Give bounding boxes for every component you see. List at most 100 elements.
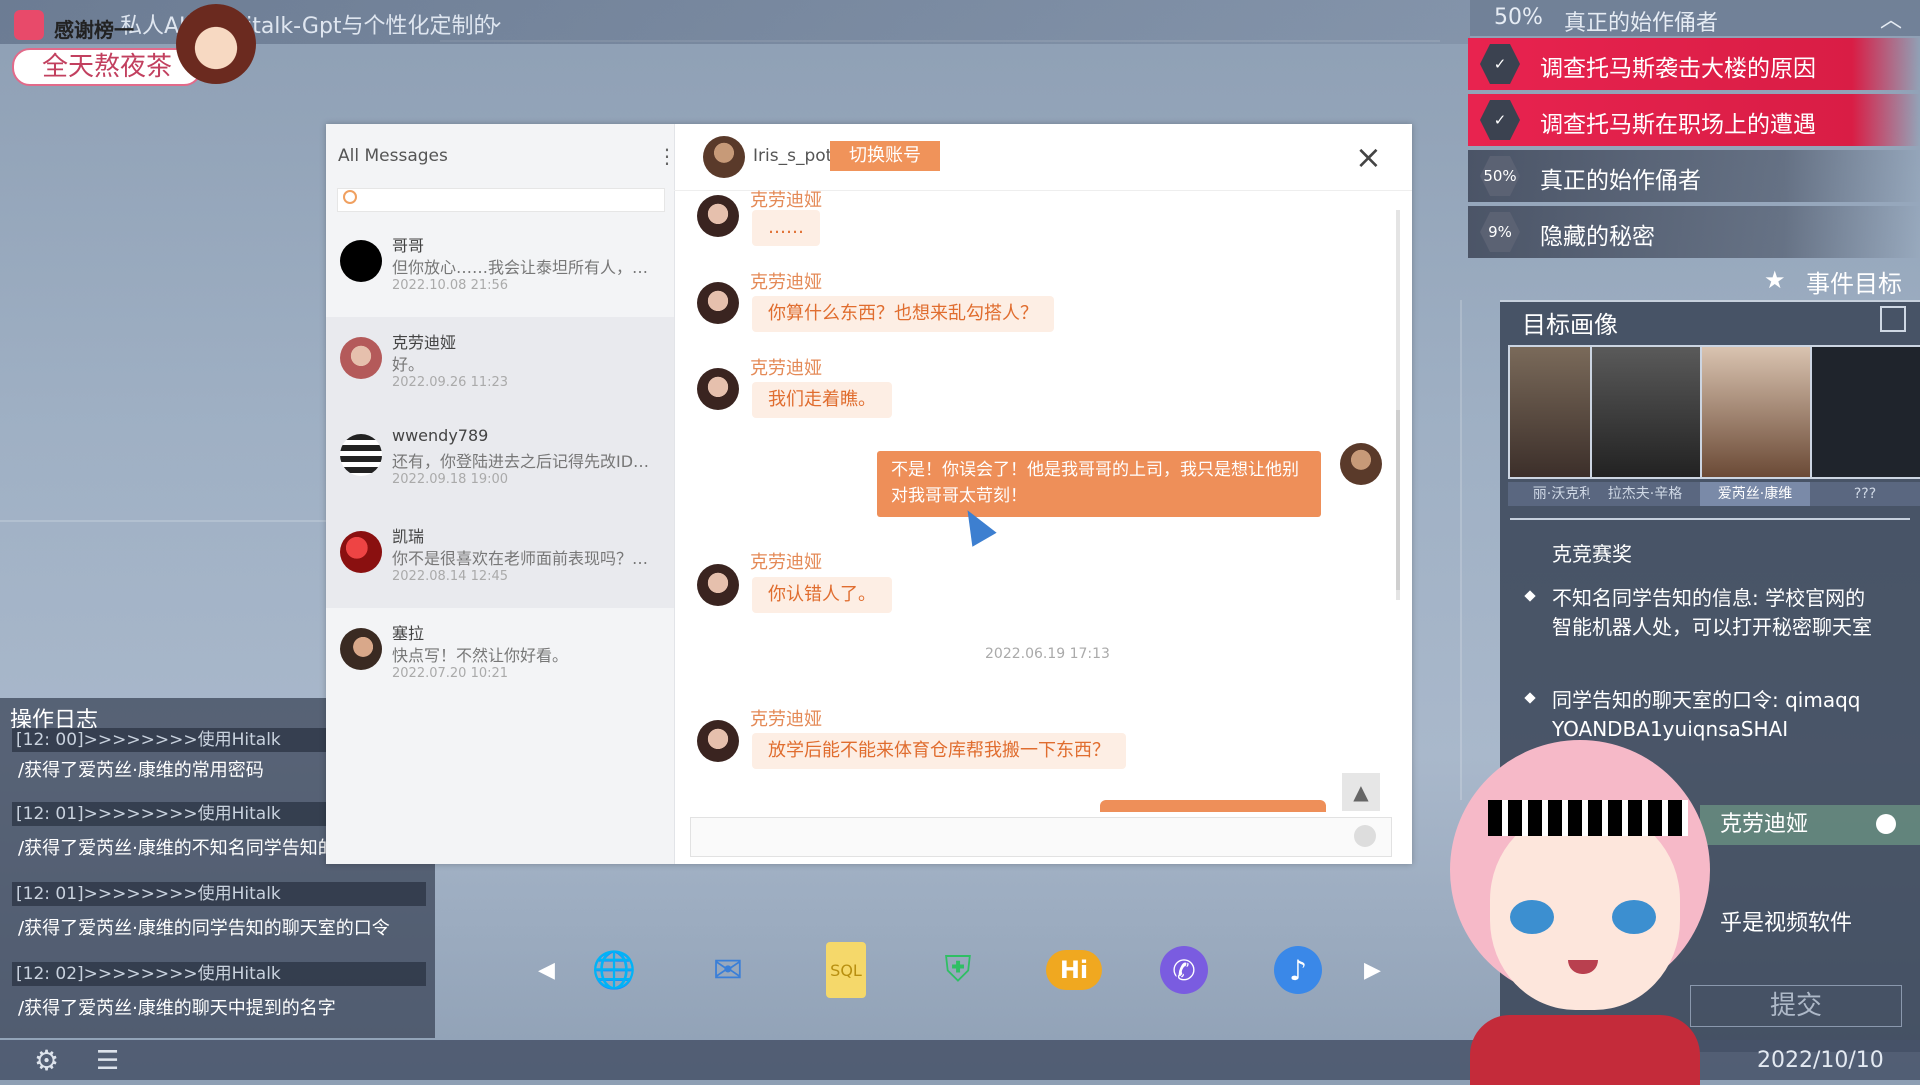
check-icon: ✓ (1480, 44, 1520, 84)
conversation-name: 哥哥 (392, 236, 425, 255)
close-icon[interactable]: × (1355, 138, 1382, 176)
avatar (697, 195, 739, 237)
message-sender: 克劳迪娅 (750, 552, 822, 573)
avatar (697, 720, 739, 762)
app-logo-icon (14, 10, 44, 40)
log-entry-head: [12: 02]>>>>>>>>使用Hitalk (12, 962, 426, 986)
conversation-item[interactable]: 塞拉 快点写！不然让你好看。 2022.07.20 10:21 (326, 608, 674, 705)
switch-account-button[interactable]: 切换账号 (830, 141, 940, 171)
message-input[interactable] (690, 817, 1392, 857)
conversation-item[interactable]: 哥哥 但你放心……我会让泰坦所有人，… 2022.10.08 21:56 (326, 220, 674, 317)
expand-icon[interactable] (1880, 306, 1906, 332)
avatar (697, 368, 739, 410)
divider (1510, 518, 1910, 520)
conversation-time: 2022.08.14 12:45 (392, 569, 509, 584)
scrollbar-thumb[interactable] (1396, 410, 1400, 590)
conversation-name: 凯瑞 (392, 527, 425, 546)
conversation-time: 2022.10.08 21:56 (392, 278, 509, 293)
mission-item[interactable]: 50% 真正的始作俑者 (1468, 150, 1920, 202)
message-sender: 克劳迪娅 (750, 358, 822, 379)
chevron-up-icon[interactable]: ︿ (1880, 2, 1902, 34)
sticker-top-text: 感谢榜一 (54, 18, 134, 42)
send-icon[interactable] (1354, 825, 1376, 847)
chibi-avatar (176, 4, 256, 84)
dock-prev-icon[interactable]: ◀ (538, 958, 555, 983)
mission-header[interactable]: 50% 真正的始作俑者 ︿ (1470, 0, 1920, 36)
clue-text: 同学告知的聊天室的口令: qimaqqYOANDBA1yuiqnsaSHAI (1552, 688, 1861, 741)
log-entry-body: /获得了爱芮丝·康维的聊天中提到的名字 (18, 998, 336, 1019)
sidebar-title: All Messages (338, 146, 448, 166)
avatar (340, 337, 382, 379)
mission-item[interactable]: ✓ 调查托马斯在职场上的遭遇 (1468, 94, 1920, 146)
task-list-icon[interactable]: ☰ (96, 1046, 119, 1076)
date-display: 2022/10/10 (1757, 1048, 1884, 1073)
conversation-item[interactable]: wwendy789 还有，你登陆进去之后记得先改ID… 2022.09.18 1… (326, 414, 674, 511)
message-sender: 克劳迪娅 (750, 190, 822, 211)
avatar (697, 564, 739, 606)
chevron-down-icon[interactable]: ⌄ (488, 8, 505, 32)
mail-icon[interactable]: ✉ (700, 942, 756, 998)
conversation-name: 塞拉 (392, 624, 425, 643)
mission-header-title: 真正的始作俑者 (1564, 11, 1719, 36)
message-bubble (1100, 800, 1326, 812)
target-portrait[interactable] (1590, 345, 1704, 479)
conversation-item[interactable]: 克劳迪娅 好。 2022.09.26 11:23 (326, 317, 674, 414)
browser-icon[interactable]: 🌐 (586, 942, 642, 998)
vtuber-avatar (1430, 740, 1750, 1085)
target-portrait[interactable] (1810, 345, 1920, 479)
shield-icon[interactable]: ⛨ (930, 942, 986, 998)
target-panel-title: 目标画像 (1522, 311, 1618, 339)
mission-item-text: 调查托马斯袭击大楼的原因 (1540, 56, 1816, 82)
conversation-preview: 但你放心……我会让泰坦所有人，… (392, 258, 649, 277)
log-entry-body: /获得了爱芮丝·康维的常用密码 (18, 760, 264, 781)
phone-icon[interactable]: ✆ (1160, 946, 1208, 994)
message-bubble: 我们走着瞧。 (752, 382, 892, 418)
mission-item-text: 隐藏的秘密 (1540, 224, 1655, 250)
sticker-label: 全天熬夜茶 (12, 48, 202, 86)
conversation-preview: 你不是很喜欢在老师面前表现吗？… (392, 549, 649, 568)
progress-badge: 50% (1480, 156, 1520, 196)
conversation-name: wwendy789 (392, 426, 489, 445)
target-name: 爱芮丝·康维 (1700, 482, 1810, 506)
chat-timestamp: 2022.06.19 17:13 (985, 646, 1110, 662)
scroll-top-icon[interactable]: ▲ (1342, 773, 1380, 811)
avatar (1340, 443, 1382, 485)
mission-item[interactable]: 9% 隐藏的秘密 (1468, 206, 1920, 258)
conversation-time: 2022.07.20 10:21 (392, 666, 509, 681)
select-radio-icon[interactable] (1876, 814, 1896, 834)
mission-item-text: 真正的始作俑者 (1540, 168, 1701, 194)
progress-badge: 9% (1480, 212, 1520, 252)
event-goal-label[interactable]: 事件目标 (1806, 264, 1902, 299)
target-portrait[interactable] (1700, 345, 1814, 479)
conversation-name: 克劳迪娅 (392, 333, 457, 352)
star-icon: ★ (1764, 266, 1786, 294)
log-entry-body: /获得了爱芮丝·康维的不知名同学告知的 (18, 838, 336, 859)
conversation-time: 2022.09.18 19:00 (392, 472, 509, 487)
message-sender: 克劳迪娅 (750, 709, 822, 730)
conversation-preview: 快点写！不然让你好看。 (392, 646, 569, 665)
log-entry-head: [12: 01]>>>>>>>>使用Hitalk (12, 882, 426, 906)
avatar (697, 282, 739, 324)
more-menu-icon[interactable]: ⋮ (657, 144, 677, 168)
hitalk-icon[interactable]: Hi (1046, 950, 1102, 990)
message-bubble: …… (752, 210, 820, 246)
mission-percent: 50% (1494, 5, 1543, 30)
message-bubble: 你认错人了。 (752, 577, 892, 613)
avatar (703, 136, 745, 178)
message-bubble: 放学后能不能来体育仓库帮我搬一下东西？ (752, 733, 1126, 769)
mission-item[interactable]: ✓ 调查托马斯袭击大楼的原因 (1468, 38, 1920, 90)
message-sender: 克劳迪娅 (750, 272, 822, 293)
sql-file-icon[interactable]: SQL (826, 942, 866, 998)
avatar (340, 434, 382, 476)
dock-next-icon[interactable]: ▶ (1364, 958, 1381, 983)
clue-text: 不知名同学告知的信息: 学校官网的智能机器人处，可以打开秘密聊天室 (1552, 586, 1872, 639)
avatar (340, 628, 382, 670)
target-name: 拉杰夫·辛格 (1590, 482, 1700, 506)
check-icon: ✓ (1480, 100, 1520, 140)
music-icon[interactable]: ♪ (1274, 946, 1322, 994)
avatar (340, 531, 382, 573)
chat-username: Iris_s_pot (753, 146, 833, 166)
conversation-item[interactable]: 凯瑞 你不是很喜欢在老师面前表现吗？… 2022.08.14 12:45 (326, 511, 674, 608)
gear-icon[interactable]: ⚙ (34, 1044, 59, 1077)
search-input[interactable] (337, 188, 665, 212)
